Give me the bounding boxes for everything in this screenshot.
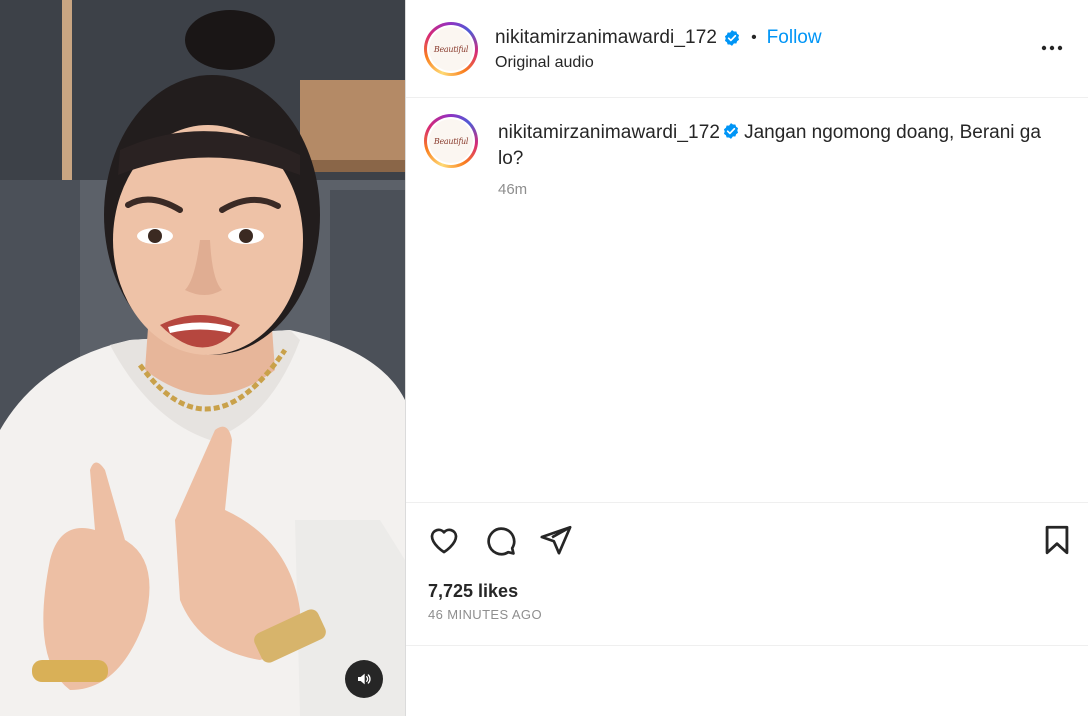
avatar-logo: Beautiful xyxy=(433,44,469,54)
audio-label[interactable]: Original audio xyxy=(495,54,594,72)
caption-timestamp[interactable]: 46m xyxy=(498,181,527,198)
post-actions: 7,725 likes 46 MINUTES AGO xyxy=(406,502,1088,646)
separator-dot: • xyxy=(751,29,757,46)
caption-avatar[interactable]: Beautiful xyxy=(424,114,478,168)
caption-text-block: nikitamirzanimawardi_172 Jangan ngomong … xyxy=(498,120,1063,172)
avatar-logo: Beautiful xyxy=(433,136,469,146)
header-user-row: nikitamirzanimawardi_172 • Follow xyxy=(495,27,822,49)
audio-toggle-button[interactable] xyxy=(345,660,383,698)
username-link[interactable]: nikitamirzanimawardi_172 xyxy=(495,27,717,49)
caption-username-link[interactable]: nikitamirzanimawardi_172 xyxy=(498,122,720,143)
heart-icon[interactable] xyxy=(427,523,461,557)
more-horizontal-icon[interactable] xyxy=(1040,36,1064,60)
follow-button[interactable]: Follow xyxy=(767,27,822,49)
likes-count[interactable]: 7,725 likes xyxy=(428,581,518,602)
verified-badge-icon xyxy=(725,30,740,46)
reel-video[interactable] xyxy=(0,0,405,716)
comment-icon[interactable] xyxy=(483,523,517,557)
reel-video-frame xyxy=(0,0,405,716)
post-details-panel: Beautiful nikitamirzanimawardi_172 • Fol… xyxy=(405,0,1088,716)
speaker-icon xyxy=(358,673,371,685)
send-icon[interactable] xyxy=(539,523,573,557)
bookmark-icon[interactable] xyxy=(1040,523,1074,557)
profile-avatar[interactable]: Beautiful xyxy=(424,22,478,76)
verified-badge-icon xyxy=(724,123,739,139)
post-time-ago[interactable]: 46 MINUTES AGO xyxy=(428,607,542,622)
post-header: Beautiful nikitamirzanimawardi_172 • Fol… xyxy=(406,0,1088,98)
